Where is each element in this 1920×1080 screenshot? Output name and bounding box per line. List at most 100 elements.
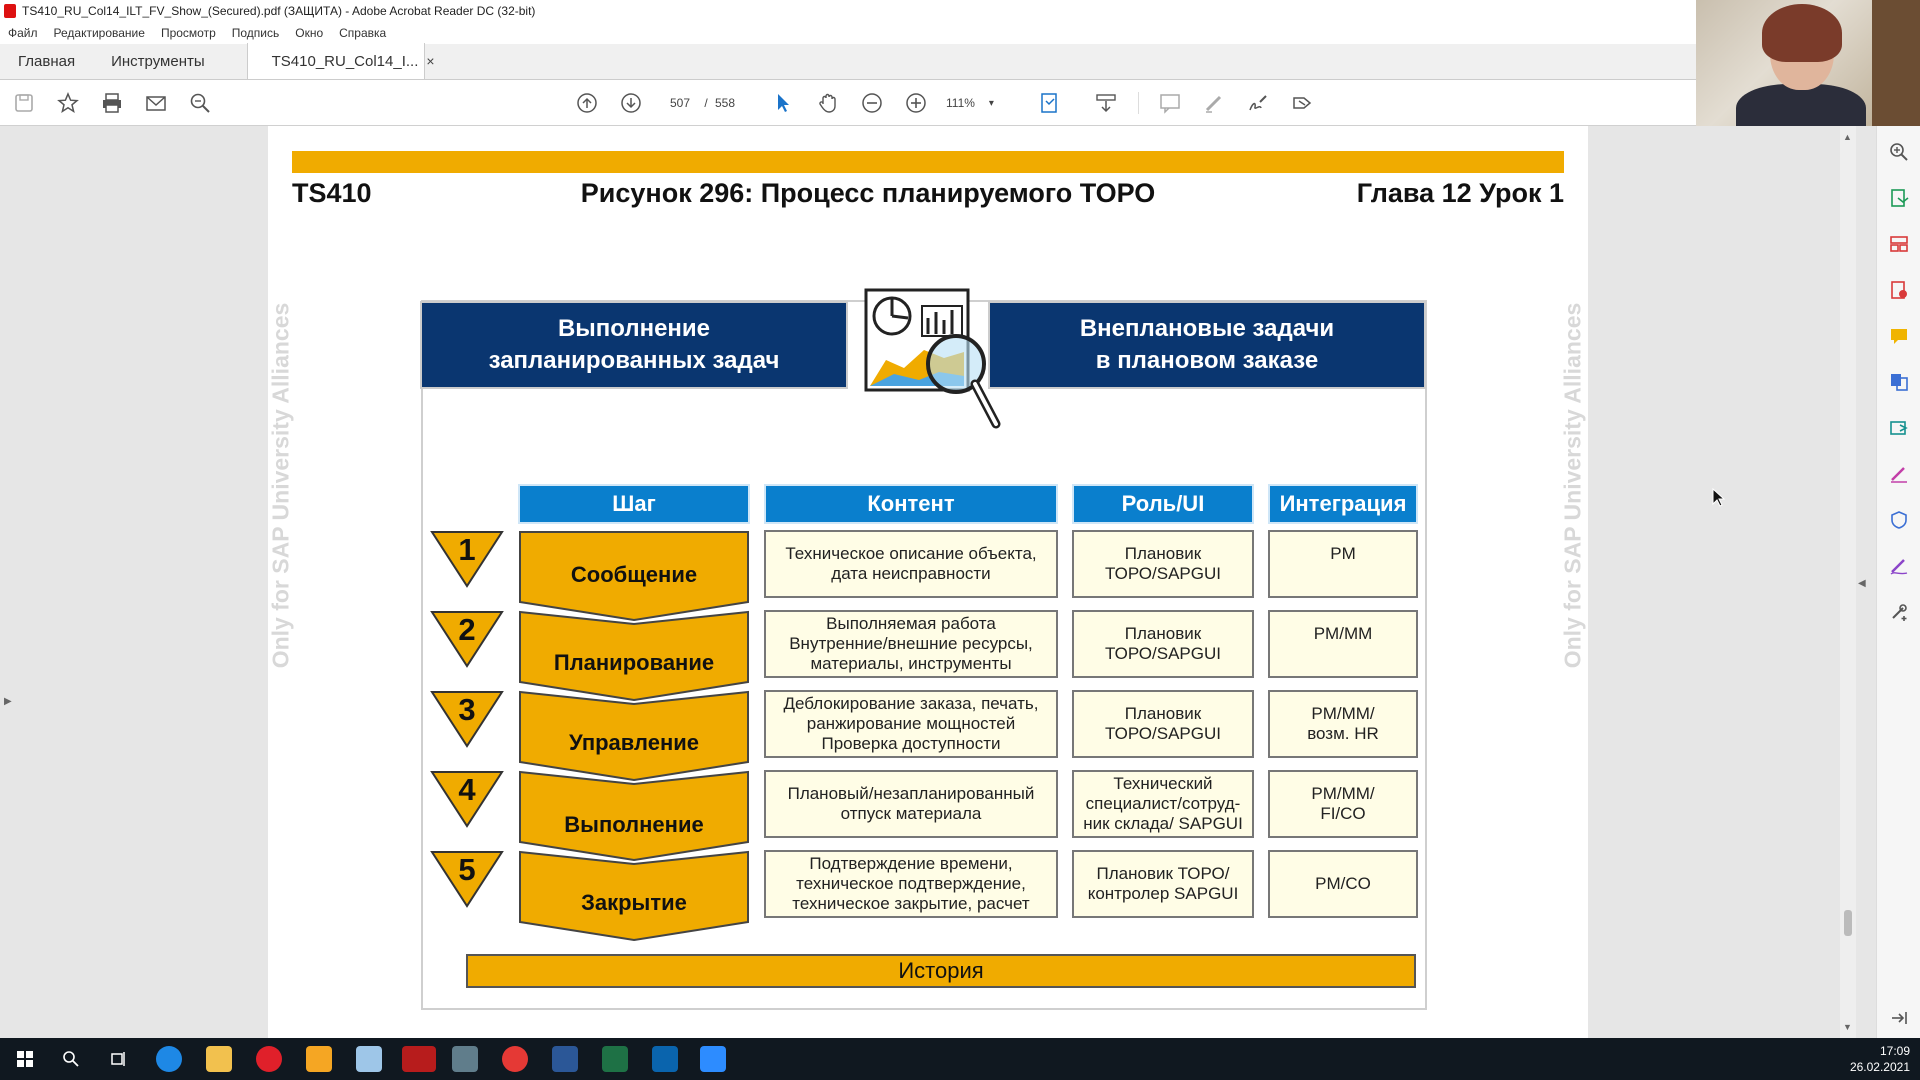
- calculator-icon[interactable]: [452, 1046, 478, 1072]
- hand-tool-icon[interactable]: [814, 89, 842, 117]
- enhance-scan-zoom-icon[interactable]: [1887, 140, 1911, 164]
- collapse-pane-icon[interactable]: [1887, 1006, 1911, 1030]
- toolbar: 507 / 558 111% ▾: [0, 80, 1696, 126]
- slide-title: Рисунок 296: Процесс планируемого ТОРО: [580, 178, 1156, 208]
- content-line: Деблокирование заказа, печать,: [783, 694, 1039, 713]
- watermark-right: Only for SAP University Alliances: [1559, 302, 1586, 669]
- content-line: Выполняемая работа: [826, 614, 996, 633]
- outlook-icon[interactable]: [652, 1046, 678, 1072]
- fill-sign-icon[interactable]: [1887, 462, 1911, 486]
- chrome-browser-icon[interactable]: [502, 1046, 528, 1072]
- search-zoom-icon[interactable]: [186, 89, 214, 117]
- menu-bar: Файл Редактирование Просмотр Подпись Окн…: [0, 22, 1696, 44]
- search-icon[interactable]: [58, 1046, 84, 1072]
- menu-sign[interactable]: Подпись: [224, 26, 288, 40]
- zoom-level-select[interactable]: 111% ▾: [946, 92, 1016, 114]
- create-pdf-icon[interactable]: [1887, 278, 1911, 302]
- acrobat-reader-taskbar-icon[interactable]: [402, 1046, 436, 1072]
- scroll-mode-icon[interactable]: [1092, 89, 1120, 117]
- step-number: 3: [430, 690, 504, 748]
- role-line: ник склада/ SAPGUI: [1083, 814, 1243, 833]
- clock-date: 26.02.2021: [1849, 1060, 1910, 1074]
- share-tag-icon[interactable]: [1288, 89, 1316, 117]
- zoom-out-icon[interactable]: [858, 89, 886, 117]
- document-viewport[interactable]: ▶ TS410 Рисунок 296: Процесс планируемог…: [0, 126, 1860, 1038]
- expand-left-panel-icon[interactable]: ▶: [4, 696, 12, 707]
- role-line: Плановик: [1124, 704, 1202, 723]
- combine-files-icon[interactable]: [1887, 370, 1911, 394]
- scrollbar-thumb[interactable]: [1844, 910, 1852, 936]
- fit-page-icon[interactable]: [1036, 89, 1064, 117]
- vertical-scrollbar[interactable]: ▲ ▼: [1840, 126, 1856, 1038]
- menu-window[interactable]: Окно: [287, 26, 331, 40]
- page-number-input[interactable]: 507: [660, 92, 700, 114]
- windows-start-icon[interactable]: [12, 1046, 38, 1072]
- role-cell: Технический специалист/сотруд-ник склада/…: [1072, 770, 1254, 838]
- zoom-in-icon[interactable]: [902, 89, 930, 117]
- header-content: Контент: [764, 484, 1058, 524]
- opera-browser-icon[interactable]: [256, 1046, 282, 1072]
- sticky-notes-icon[interactable]: [306, 1046, 332, 1072]
- role-cell: Плановик ТОРО/SAPGUI: [1072, 690, 1254, 758]
- content-line: Подтверждение времени,: [809, 854, 1013, 873]
- more-tools-icon[interactable]: [1887, 600, 1911, 624]
- task-view-icon[interactable]: [106, 1046, 132, 1072]
- excel-icon[interactable]: [602, 1046, 628, 1072]
- print-icon[interactable]: [98, 89, 126, 117]
- select-cursor-icon[interactable]: [770, 89, 798, 117]
- previous-page-icon[interactable]: [573, 89, 601, 117]
- send-for-review-icon[interactable]: [1887, 416, 1911, 440]
- menu-view[interactable]: Просмотр: [153, 26, 224, 40]
- scroll-down-icon[interactable]: ▼: [1843, 1022, 1852, 1032]
- comment-tool-icon[interactable]: [1887, 324, 1911, 348]
- menu-help[interactable]: Справка: [331, 26, 394, 40]
- scroll-up-icon[interactable]: ▲: [1843, 132, 1852, 142]
- integration-cell: PM/MM: [1268, 610, 1418, 678]
- tab-document[interactable]: TS410_RU_Col14_I... ×: [246, 43, 435, 79]
- next-page-icon[interactable]: [617, 89, 645, 117]
- step-number: 5: [430, 850, 504, 908]
- step-chevron-label-box: Управление: [518, 690, 750, 782]
- step-number-text: 3: [458, 692, 476, 727]
- word-icon[interactable]: [552, 1046, 578, 1072]
- email-icon[interactable]: [142, 89, 170, 117]
- history-bar: История: [466, 954, 1416, 988]
- step-number-text: 1: [458, 532, 476, 567]
- step-number: 2: [430, 610, 504, 668]
- header-role: Роль/UI: [1072, 484, 1254, 524]
- bookmark-star-icon[interactable]: [54, 89, 82, 117]
- notepad-icon[interactable]: [356, 1046, 382, 1072]
- integration-line: PM: [1330, 544, 1356, 563]
- protect-shield-icon[interactable]: [1887, 508, 1911, 532]
- export-pdf-icon[interactable]: [1887, 186, 1911, 210]
- step-number-text: 4: [458, 772, 476, 807]
- step-chevron-label-box: Сообщение: [518, 530, 750, 622]
- highlight-pen-icon[interactable]: [1200, 89, 1228, 117]
- tools-pane: [1876, 126, 1920, 1038]
- file-explorer-icon[interactable]: [206, 1046, 232, 1072]
- organize-pages-icon[interactable]: [1887, 232, 1911, 256]
- close-tab-icon[interactable]: ×: [426, 53, 434, 69]
- role-line: ТОРО/SAPGUI: [1105, 724, 1221, 743]
- zoom-meeting-icon[interactable]: [700, 1046, 726, 1072]
- collapse-right-panel-icon[interactable]: ◀: [1858, 578, 1866, 589]
- content-cell: Деблокирование заказа, печать, ранжирован…: [764, 690, 1058, 758]
- menu-file[interactable]: Файл: [0, 26, 46, 40]
- system-clock[interactable]: 17:09 26.02.2021: [1850, 1043, 1910, 1075]
- content-line: ранжирование мощностей: [806, 714, 1016, 733]
- content-cell: Техническое описание объекта, дата неиспр…: [764, 530, 1058, 598]
- edge-browser-icon[interactable]: [156, 1046, 182, 1072]
- step-chevron-label-box: Закрытие: [518, 850, 750, 942]
- tab-tools[interactable]: Инструменты: [93, 43, 223, 79]
- content-line: Внутренние/внешние ресурсы,: [789, 634, 1033, 653]
- content-line: техническое подтверждение,: [796, 874, 1026, 893]
- slide-accent-bar: [292, 151, 1564, 173]
- tab-home[interactable]: Главная: [0, 43, 93, 79]
- save-icon[interactable]: [10, 89, 38, 117]
- menu-edit[interactable]: Редактирование: [46, 26, 153, 40]
- comment-icon[interactable]: [1156, 89, 1184, 117]
- step-number: 4: [430, 770, 504, 828]
- sign-icon[interactable]: [1244, 89, 1272, 117]
- certificates-pen-icon[interactable]: [1887, 554, 1911, 578]
- step-number-text: 2: [458, 612, 476, 647]
